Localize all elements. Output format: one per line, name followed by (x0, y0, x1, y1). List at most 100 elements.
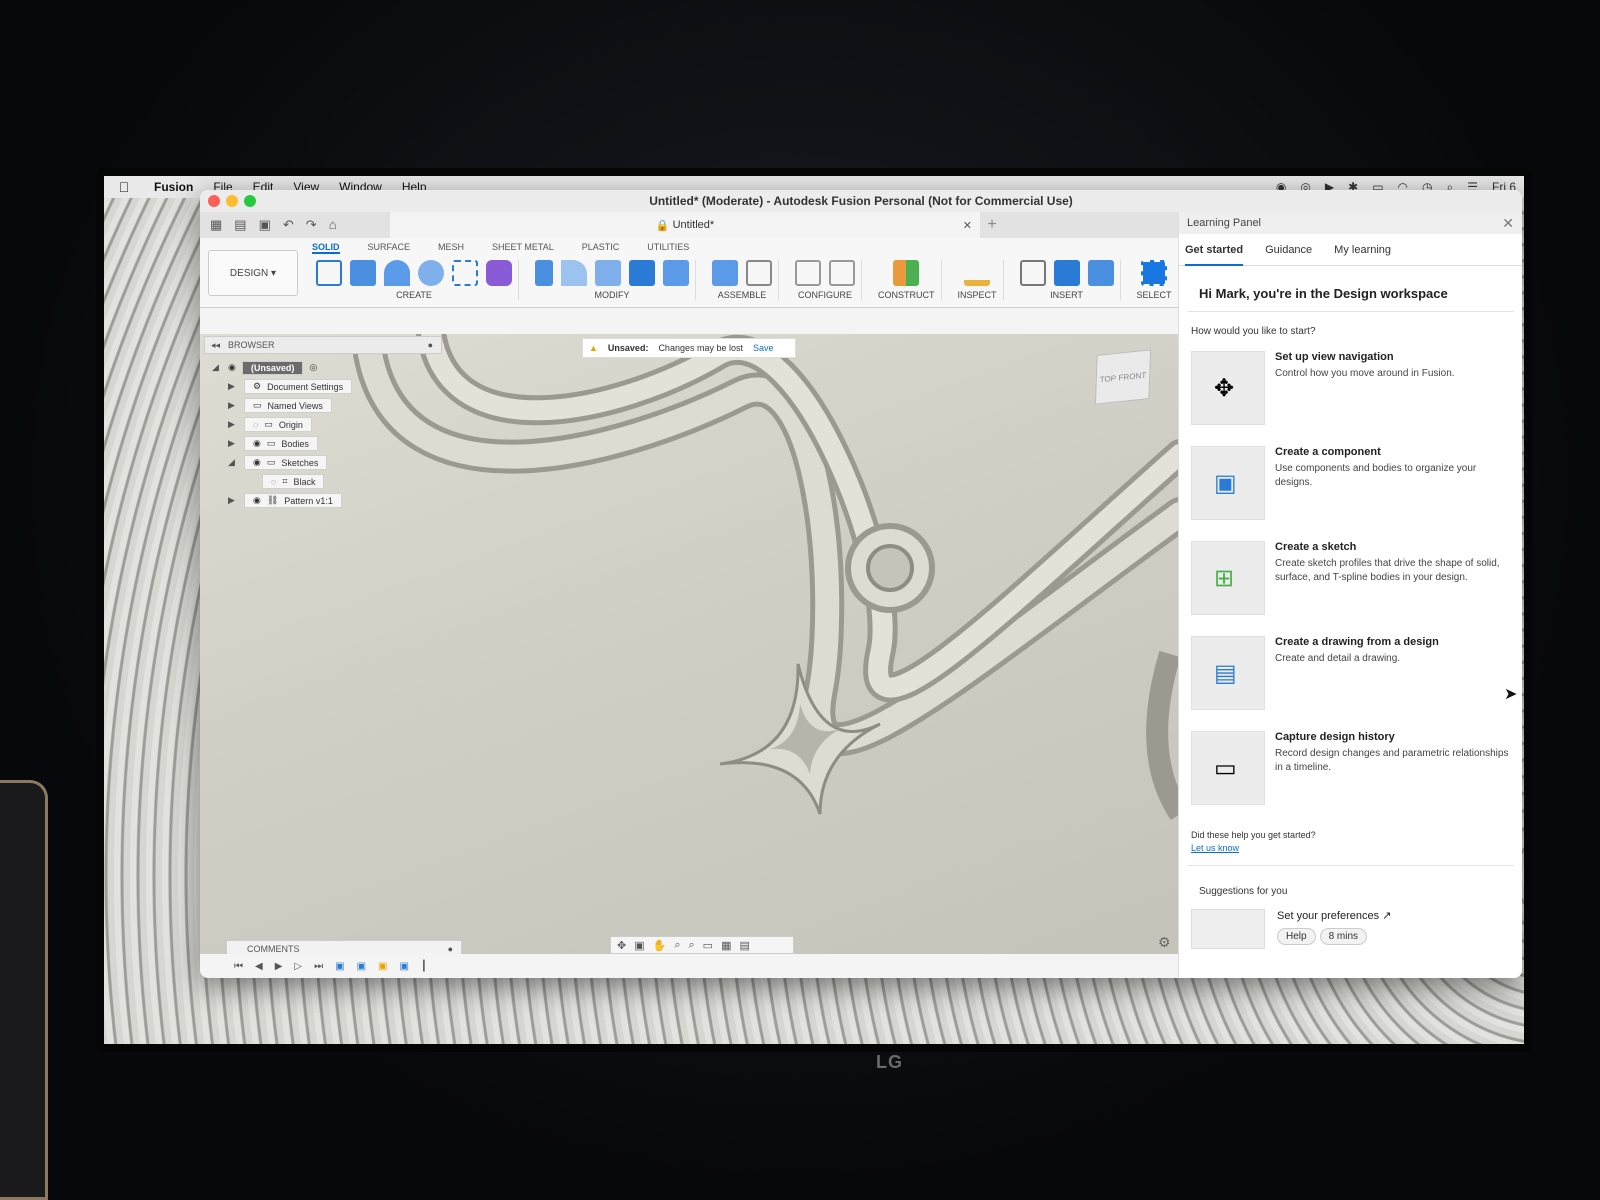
browser-header[interactable]: ◂◂ BROWSER ● (204, 336, 442, 354)
undo-icon[interactable]: ↶ (283, 217, 294, 233)
save-icon[interactable]: ▣ (259, 217, 271, 233)
fit-icon[interactable]: ⌕ (689, 939, 695, 952)
configure-table-icon[interactable] (829, 260, 855, 286)
view-cube[interactable]: TOP FRONT (1094, 349, 1152, 405)
tree-row-bodies[interactable]: ▶ ◉ ▭ Bodies (212, 434, 442, 453)
timeline-feature-extrude-icon[interactable]: ▣ (357, 961, 366, 972)
expand-arrow-icon[interactable]: ▶ (228, 419, 238, 430)
browser-pin-icon[interactable]: ● (428, 340, 433, 350)
revolve-icon[interactable] (384, 260, 410, 286)
close-icon[interactable]: ✕ (1502, 215, 1514, 232)
construct-menu[interactable]: CONSTRUCT (878, 290, 935, 300)
minimize-window-button[interactable] (226, 195, 238, 207)
tab-guidance[interactable]: Guidance (1265, 244, 1312, 265)
create-sketch-icon[interactable] (316, 260, 342, 286)
timeline-marker-icon[interactable]: ┃ (421, 961, 427, 972)
document-tab[interactable]: 🔒 Untitled* ✕ (390, 212, 980, 238)
eye-icon[interactable]: ◉ (253, 495, 261, 506)
help-chip[interactable]: Help (1277, 928, 1316, 945)
tree-row-root[interactable]: ◢ ◉ (Unsaved) ◎ (212, 358, 442, 377)
timeline-settings-gear-icon[interactable]: ⚙ (1158, 934, 1171, 951)
chamfer-icon[interactable] (595, 260, 621, 286)
offset-plane-icon[interactable] (893, 260, 920, 286)
timeline-feature-sketch-icon[interactable]: ▣ (335, 961, 344, 972)
viewcube-top-label[interactable]: TOP (1100, 373, 1117, 384)
origin-node[interactable]: ◌ ▭ Origin (244, 417, 312, 432)
play-icon[interactable]: ▶ (275, 961, 283, 972)
form-icon[interactable] (486, 260, 512, 286)
data-panel-icon[interactable]: ▦ (210, 217, 222, 233)
sketches-node[interactable]: ◉ ▭ Sketches (244, 455, 328, 470)
redo-icon[interactable]: ↷ (306, 217, 317, 233)
expand-arrow-icon[interactable]: ▶ (228, 381, 238, 392)
tab-mesh[interactable]: MESH (438, 242, 464, 254)
eye-icon[interactable]: ◉ (253, 438, 261, 449)
viewports-icon[interactable]: ▤ (739, 939, 749, 952)
hole-icon[interactable] (418, 260, 444, 286)
orbit-icon[interactable]: ✥ (617, 939, 626, 952)
eye-icon[interactable]: ◉ (253, 457, 261, 468)
tab-solid[interactable]: SOLID (312, 242, 340, 254)
fillet-icon[interactable] (561, 260, 587, 286)
tab-plastic[interactable]: PLASTIC (582, 242, 620, 254)
comments-panel[interactable]: COMMENTS ● (226, 940, 462, 954)
measure-icon[interactable] (964, 260, 990, 286)
external-link-icon[interactable]: ↗ (1382, 910, 1391, 922)
press-pull-icon[interactable] (535, 260, 553, 286)
apple-icon[interactable]:  (104, 179, 144, 195)
insert-derive-icon[interactable] (1019, 260, 1046, 286)
black-sketch-node[interactable]: ◌ ⌗ Black (262, 474, 325, 489)
expand-arrow-icon[interactable]: ▶ (228, 495, 238, 506)
extrude-icon[interactable] (350, 260, 376, 286)
last-step-icon[interactable]: ⏭ (314, 961, 323, 972)
3d-viewport[interactable]: ◂◂ BROWSER ● ◢ ◉ (Unsaved) ◎ ▶ ⚙ Document… (200, 334, 1178, 954)
eye-icon[interactable]: ◌ (253, 420, 258, 430)
modify-menu[interactable]: MODIFY (595, 290, 630, 300)
file-icon[interactable]: ▤ (234, 217, 246, 233)
suggestion-preferences[interactable]: Set your preferences ↗ Help 8 mins (1179, 909, 1522, 949)
insert-canvas-icon[interactable] (1087, 260, 1114, 286)
select-menu[interactable]: SELECT (1137, 290, 1172, 300)
pattern-icon[interactable] (452, 260, 478, 286)
eye-icon[interactable]: ◉ (228, 362, 236, 373)
home-icon[interactable]: ⌂ (329, 217, 337, 233)
zoom-icon[interactable]: ⌕ (674, 939, 680, 952)
next-step-icon[interactable]: ▷ (294, 961, 302, 972)
insert-mesh-icon[interactable] (1053, 260, 1080, 286)
timeline-feature-pattern-icon[interactable]: ▣ (399, 961, 408, 972)
look-at-icon[interactable]: ▣ (634, 939, 644, 952)
create-menu[interactable]: CREATE (396, 290, 432, 300)
tree-row-named-views[interactable]: ▶ ▭ Named Views (212, 396, 442, 415)
tree-row-black-sketch[interactable]: ◌ ⌗ Black (212, 472, 442, 491)
named-views-node[interactable]: ▭ Named Views (244, 398, 332, 413)
assemble-menu[interactable]: ASSEMBLE (718, 290, 767, 300)
grid-icon[interactable]: ▦ (721, 939, 731, 952)
save-button[interactable]: Save (753, 343, 774, 353)
tab-sheet-metal[interactable]: SHEET METAL (492, 242, 554, 254)
close-window-button[interactable] (208, 195, 220, 207)
expand-arrow-icon[interactable]: ▶ (228, 438, 238, 449)
tab-get-started[interactable]: Get started (1185, 244, 1244, 266)
document-settings-node[interactable]: ⚙ Document Settings (244, 379, 353, 394)
comments-pin-icon[interactable]: ● (448, 944, 453, 954)
previous-step-icon[interactable]: ◀ (255, 961, 263, 972)
collapse-arrow-icon[interactable]: ◢ (228, 457, 238, 468)
card-create-drawing[interactable]: ▤ Create a drawing from a design Create a… (1179, 630, 1522, 725)
tree-row-pattern[interactable]: ▶ ◉ ⛓ Pattern v1:1 (212, 491, 442, 510)
new-component-icon[interactable] (712, 260, 738, 286)
collapse-arrow-icon[interactable]: ◢ (212, 362, 222, 373)
new-tab-icon[interactable]: + (980, 216, 1004, 234)
timeline-feature-sketch2-icon[interactable]: ▣ (378, 961, 387, 972)
pan-icon[interactable]: ✋ (653, 939, 667, 952)
inspect-menu[interactable]: INSPECT (958, 290, 997, 300)
tab-surface[interactable]: SURFACE (368, 242, 411, 254)
configure-menu[interactable]: CONFIGURE (798, 290, 852, 300)
tab-my-learning[interactable]: My learning (1334, 244, 1391, 265)
display-settings-icon[interactable]: ▭ (703, 939, 713, 952)
pattern-node[interactable]: ◉ ⛓ Pattern v1:1 (244, 493, 342, 508)
menu-app[interactable]: Fusion (144, 180, 203, 194)
eye-icon[interactable]: ◌ (271, 477, 276, 487)
insert-menu[interactable]: INSERT (1050, 290, 1083, 300)
feedback-link[interactable]: Let us know (1191, 843, 1510, 853)
card-create-sketch[interactable]: ⊞ Create a sketch Create sketch profiles … (1179, 535, 1522, 630)
